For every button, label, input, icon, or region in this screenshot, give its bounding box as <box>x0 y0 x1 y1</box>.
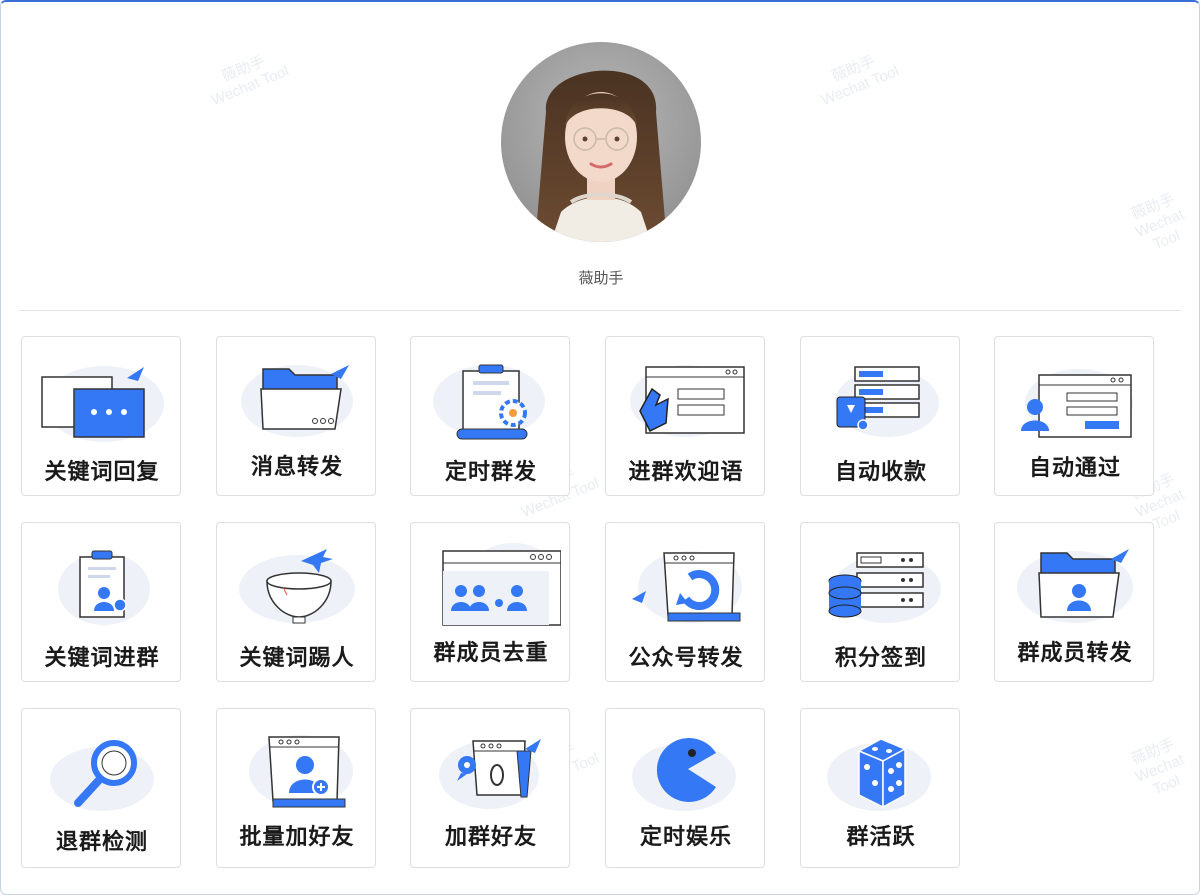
chat-bubble-icon <box>41 366 164 442</box>
feature-card-auto-approve[interactable]: 自动通过 <box>994 336 1154 496</box>
feature-card-scheduled-entertainment[interactable]: 定时娱乐 <box>605 708 765 868</box>
feature-card-leave-detection[interactable]: 退群检测 <box>21 708 181 868</box>
feature-label: 公众号转发 <box>628 646 744 671</box>
app-window: 薇助手 Wechat Tool 薇助手 Wechat Tool 薇助手 Wechat … <box>0 0 1200 895</box>
feature-label: 自动收款 <box>834 460 927 485</box>
magnifier-icon <box>50 740 154 811</box>
feature-label: 关键词踢人 <box>239 646 355 671</box>
feature-label: 进群欢迎语 <box>628 460 744 485</box>
feature-label: 加群好友 <box>444 825 537 850</box>
feature-label: 定时娱乐 <box>639 825 732 850</box>
feature-label: 退群检测 <box>55 830 148 855</box>
feature-card-official-account-forward[interactable]: 公众号转发 <box>605 522 765 682</box>
feature-card-group-friends[interactable]: 加群好友 <box>410 708 570 868</box>
feature-card-group-activity[interactable]: 群活跃 <box>800 708 960 868</box>
feature-label: 积分签到 <box>834 646 927 671</box>
feature-card-keyword-kick[interactable]: 关键词踢人 <box>216 522 376 682</box>
feature-card-message-forward[interactable]: 消息转发 <box>216 336 376 496</box>
pacman-icon <box>632 738 736 811</box>
group-window-icon <box>442 543 561 626</box>
server-database-icon <box>828 552 941 623</box>
feature-card-member-forward[interactable]: 群成员转发 <box>994 522 1154 682</box>
watermark: 薇助手Wechat Tool <box>1129 735 1187 799</box>
username-label: 薇助手 <box>578 269 624 287</box>
calendar-add-user-icon <box>249 735 353 808</box>
calendar-refresh-icon <box>632 551 742 623</box>
server-wallet-icon <box>835 366 939 437</box>
feature-card-keyword-reply[interactable]: 关键词回复 <box>21 336 181 496</box>
feature-label: 批量加好友 <box>239 825 355 850</box>
feature-label: 群成员转发 <box>1017 641 1133 666</box>
clapping-window-icon <box>630 365 745 437</box>
feature-label: 消息转发 <box>250 455 343 480</box>
feature-card-scheduled-broadcast[interactable]: 定时群发 <box>410 336 570 496</box>
avatar-portrait-image <box>501 42 701 242</box>
user-form-icon <box>1021 369 1133 438</box>
divider <box>19 310 1181 311</box>
feature-label: 自动通过 <box>1028 456 1121 481</box>
feature-card-member-dedupe[interactable]: 群成员去重 <box>410 522 570 682</box>
avatar[interactable] <box>501 42 701 242</box>
profile-header: 薇助手 <box>1 2 1199 312</box>
feature-card-auto-collect[interactable]: 自动收款 <box>800 336 960 496</box>
feature-label: 群成员去重 <box>433 641 549 666</box>
feature-label: 关键词回复 <box>44 460 160 485</box>
dice-icon <box>827 738 931 811</box>
feature-label: 定时群发 <box>444 460 537 485</box>
feature-card-welcome-message[interactable]: 进群欢迎语 <box>605 336 765 496</box>
feature-card-batch-add-friends[interactable]: 批量加好友 <box>216 708 376 868</box>
clipboard-user-icon <box>58 550 150 625</box>
folder-send-icon <box>241 365 353 437</box>
folder-user-icon <box>1017 549 1133 623</box>
feature-label: 群活跃 <box>846 825 916 850</box>
feature-card-points-checkin[interactable]: 积分签到 <box>800 522 960 682</box>
feature-card-keyword-join[interactable]: 关键词进群 <box>21 522 181 682</box>
bowl-plane-icon <box>239 549 355 624</box>
feature-label: 关键词进群 <box>44 646 160 671</box>
calendar-chat-icon <box>439 739 541 809</box>
clipboard-gear-icon <box>433 364 545 440</box>
